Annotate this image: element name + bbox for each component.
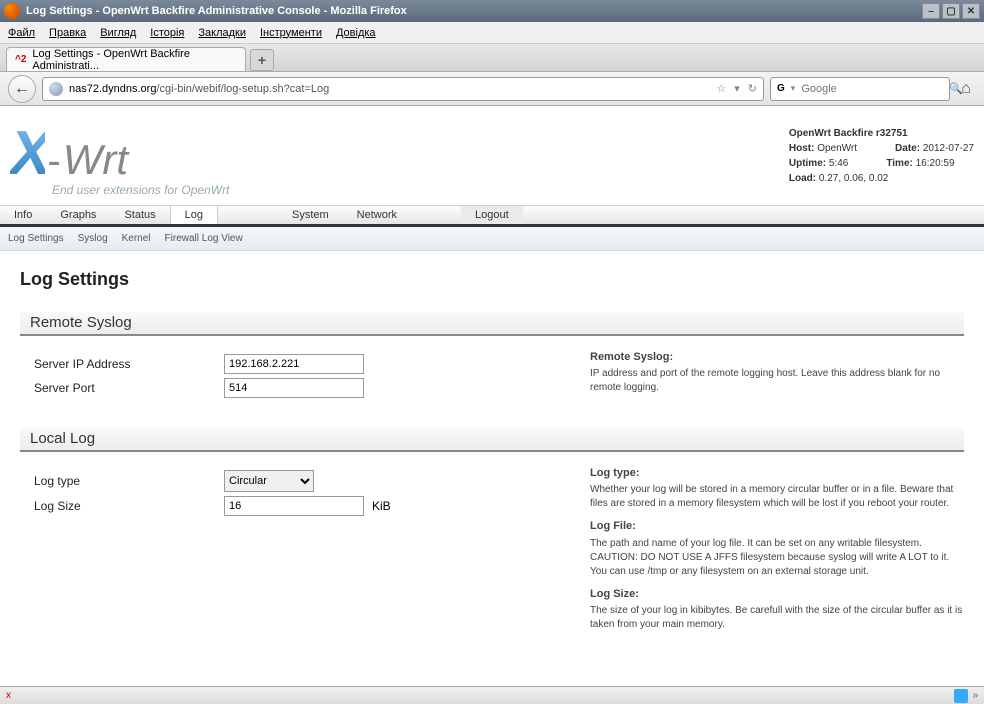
- section-local-heading: Local Log: [20, 428, 964, 452]
- log-size-input[interactable]: [224, 496, 364, 516]
- menu-edit[interactable]: Правка: [49, 27, 86, 39]
- sysinfo-title: OpenWrt Backfire r32751: [789, 126, 974, 141]
- remote-port-label: Server Port: [34, 381, 224, 395]
- close-button[interactable]: ✕: [962, 3, 980, 19]
- url-host: nas72.dyndns.org: [69, 83, 156, 95]
- statusbar-chevron-icon[interactable]: »: [972, 690, 978, 701]
- remote-help-body: IP address and port of the remote loggin…: [590, 367, 964, 395]
- logo-x: X: [10, 118, 45, 189]
- subnav-firewall[interactable]: Firewall Log View: [165, 233, 243, 244]
- tab-badge: ^2: [15, 54, 26, 65]
- nav-log[interactable]: Log: [170, 206, 218, 224]
- menu-history[interactable]: Історія: [150, 27, 184, 39]
- home-button[interactable]: ⌂: [956, 79, 976, 99]
- menu-help[interactable]: Довідка: [336, 27, 376, 39]
- remote-port-input[interactable]: [224, 378, 364, 398]
- nav-network[interactable]: Network: [343, 206, 411, 224]
- search-dropdown-icon[interactable]: ▾: [791, 83, 796, 94]
- menu-tools[interactable]: Інструменти: [260, 27, 322, 39]
- globe-icon: [49, 82, 63, 96]
- section-remote-heading: Remote Syslog: [20, 312, 964, 336]
- nav-graphs[interactable]: Graphs: [46, 206, 110, 224]
- subnav-syslog[interactable]: Syslog: [78, 233, 108, 244]
- xwrt-logo: X - Wrt End user extensions for OpenWrt: [10, 118, 229, 197]
- log-type-label: Log type: [34, 474, 224, 488]
- new-tab-button[interactable]: +: [250, 49, 274, 71]
- google-icon: [777, 82, 785, 96]
- statusbar-x[interactable]: x: [6, 690, 11, 701]
- local-help-file-title: Log File:: [590, 519, 964, 534]
- menu-file[interactable]: Файл: [8, 27, 35, 39]
- statusbar-extension-icon[interactable]: [954, 689, 968, 703]
- minimize-button[interactable]: –: [922, 3, 940, 19]
- back-button[interactable]: ←: [8, 75, 36, 103]
- system-info: OpenWrt Backfire r32751 Host: OpenWrt Da…: [789, 118, 974, 197]
- remote-ip-input[interactable]: [224, 354, 364, 374]
- logo-wrt: Wrt: [63, 136, 128, 184]
- remote-help-title: Remote Syslog:: [590, 350, 964, 365]
- reload-icon[interactable]: ↻: [748, 82, 757, 95]
- logo-dash: -: [47, 139, 60, 184]
- page-title: Log Settings: [20, 269, 964, 290]
- window-titlebar: Log Settings - OpenWrt Backfire Administ…: [0, 0, 984, 22]
- window-title: Log Settings - OpenWrt Backfire Administ…: [26, 5, 407, 17]
- url-bar[interactable]: nas72.dyndns.org/cgi-bin/webif/log-setup…: [42, 77, 764, 101]
- logo-tagline: End user extensions for OpenWrt: [52, 183, 229, 197]
- log-type-select[interactable]: Circular: [224, 470, 314, 492]
- menu-bookmarks[interactable]: Закладки: [198, 27, 246, 39]
- page-viewport: X - Wrt End user extensions for OpenWrt …: [0, 106, 984, 686]
- subnav-kernel[interactable]: Kernel: [122, 233, 151, 244]
- search-bar[interactable]: ▾ 🔍: [770, 77, 950, 101]
- subnav-logsettings[interactable]: Log Settings: [8, 233, 64, 244]
- browser-menubar: Файл Правка Вигляд Історія Закладки Інст…: [0, 22, 984, 44]
- tab-title: Log Settings - OpenWrt Backfire Administ…: [32, 48, 237, 72]
- log-size-unit: KiB: [372, 499, 391, 513]
- local-help-type-body: Whether your log will be stored in a mem…: [590, 483, 964, 511]
- local-help-size-body: The size of your log in kibibytes. Be ca…: [590, 604, 964, 632]
- navbar: ← nas72.dyndns.org/cgi-bin/webif/log-set…: [0, 72, 984, 106]
- local-help-size-title: Log Size:: [590, 587, 964, 602]
- search-input[interactable]: [801, 83, 943, 95]
- dropdown-icon[interactable]: ▾: [734, 82, 740, 95]
- tab-strip: ^2 Log Settings - OpenWrt Backfire Admin…: [0, 44, 984, 72]
- nav-system[interactable]: System: [278, 206, 343, 224]
- firefox-icon: [4, 3, 20, 19]
- local-help-file-body: The path and name of your log file. It c…: [590, 537, 964, 579]
- nav-info[interactable]: Info: [0, 206, 46, 224]
- menu-view[interactable]: Вигляд: [100, 27, 136, 39]
- status-bar: x »: [0, 686, 984, 704]
- sub-nav: Log Settings Syslog Kernel Firewall Log …: [0, 227, 984, 251]
- maximize-button[interactable]: ▢: [942, 3, 960, 19]
- log-size-label: Log Size: [34, 499, 224, 513]
- bookmark-star-icon[interactable]: ☆: [716, 82, 726, 95]
- local-help-type-title: Log type:: [590, 466, 964, 481]
- url-path: /cgi-bin/webif/log-setup.sh?cat=Log: [156, 83, 329, 95]
- nav-status[interactable]: Status: [110, 206, 169, 224]
- nav-logout[interactable]: Logout: [461, 206, 523, 224]
- browser-tab[interactable]: ^2 Log Settings - OpenWrt Backfire Admin…: [6, 47, 246, 71]
- remote-ip-label: Server IP Address: [34, 357, 224, 371]
- main-nav: Info Graphs Status Log System Network Lo…: [0, 205, 984, 227]
